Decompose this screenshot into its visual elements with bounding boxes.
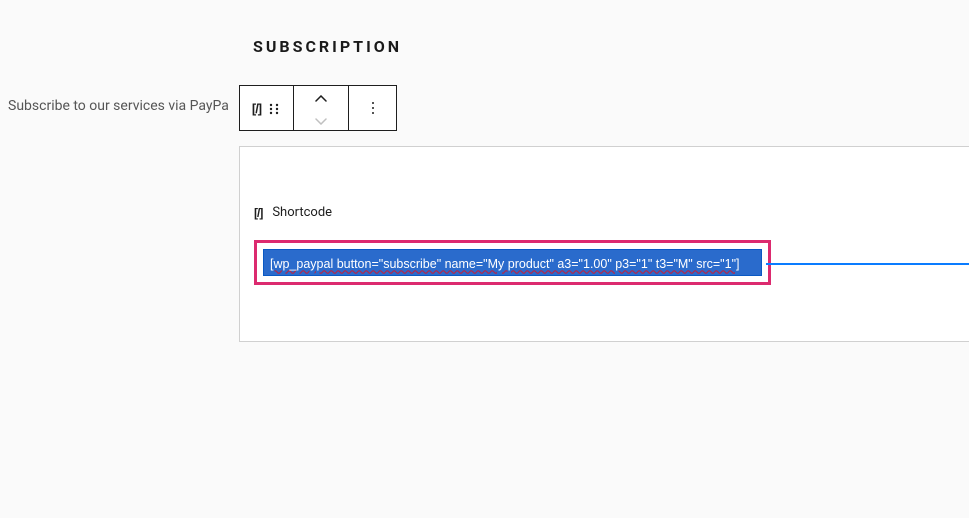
chevron-down-icon[interactable]: [315, 110, 327, 129]
more-vertical-icon: [372, 102, 374, 114]
shortcode-block[interactable]: [/] Shortcode [wp_paypal button="subscri…: [239, 146, 969, 342]
shortcode-icon: [/]: [252, 101, 261, 116]
more-options-button[interactable]: [349, 85, 397, 131]
block-label: Shortcode: [272, 205, 332, 220]
block-type-button[interactable]: [/]: [239, 85, 294, 131]
page-subtitle: Subscribe to our services via PayPa: [8, 98, 229, 114]
drag-handle-icon[interactable]: [267, 101, 281, 115]
shortcode-icon: [/]: [254, 206, 262, 220]
chevron-up-icon[interactable]: [315, 87, 327, 106]
highlight-annotation: [wp_paypal button="subscribe" name="My p…: [254, 240, 771, 285]
page-title: SUBSCRIPTION: [253, 37, 402, 56]
shortcode-input[interactable]: [wp_paypal button="subscribe" name="My p…: [263, 249, 762, 276]
selection-guide-line: [766, 263, 969, 265]
shortcode-value[interactable]: [wp_paypal button="subscribe" name="My p…: [270, 257, 739, 271]
block-label-row: [/] Shortcode: [254, 205, 955, 220]
move-buttons[interactable]: [294, 85, 349, 131]
block-toolbar: [/]: [239, 85, 397, 131]
